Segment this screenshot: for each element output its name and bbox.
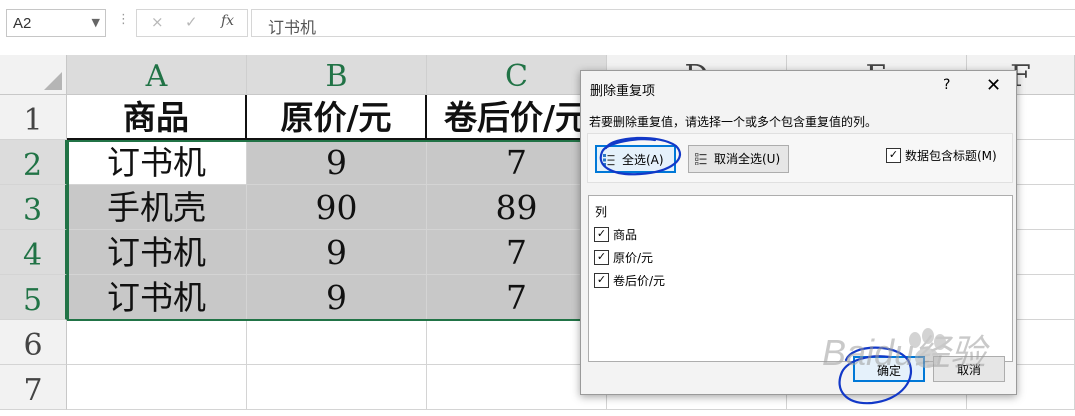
column-checkbox[interactable]: ✓ xyxy=(594,250,609,265)
name-box-value: A2 xyxy=(13,15,32,32)
column-label: 商品 xyxy=(613,228,638,242)
row-header-6[interactable]: 6 xyxy=(0,320,67,365)
checklist-icon xyxy=(603,154,615,166)
formula-content: 订书机 xyxy=(268,18,317,37)
row-header-1[interactable]: 1 xyxy=(0,95,67,140)
table-cell[interactable]: 9 xyxy=(247,230,427,275)
column-label: 卷后价/元 xyxy=(613,274,666,288)
row-header-4[interactable]: 4 xyxy=(0,230,67,275)
header-cell[interactable]: 商品 xyxy=(67,95,247,140)
has-headers-checkbox[interactable]: ✓ xyxy=(886,148,901,163)
name-box[interactable]: A2 ▼ xyxy=(6,9,106,37)
row-header-2[interactable]: 2 xyxy=(0,140,67,185)
select-all-corner[interactable] xyxy=(0,55,67,95)
select-all-label: 全选(A) xyxy=(622,153,664,167)
column-label: 原价/元 xyxy=(613,251,654,265)
formula-input[interactable]: 订书机 xyxy=(251,9,1075,37)
ok-label: 确定 xyxy=(876,364,901,378)
unselect-all-label: 取消全选(U) xyxy=(714,152,781,166)
table-cell[interactable]: 手机壳 xyxy=(67,185,247,230)
dialog-message: 若要删除重复值，请选择一个或多个包含重复值的列。 xyxy=(589,115,878,129)
chevron-down-icon[interactable]: ▼ xyxy=(92,16,100,29)
empty-cell[interactable] xyxy=(67,365,247,410)
ok-button[interactable]: 确定 xyxy=(853,356,925,382)
select-all-triangle-icon xyxy=(44,72,62,90)
table-cell[interactable]: 90 xyxy=(247,185,427,230)
column-checkbox[interactable]: ✓ xyxy=(594,227,609,242)
row-header-5[interactable]: 5 xyxy=(0,275,67,320)
unselect-all-button[interactable]: 取消全选(U) xyxy=(688,145,789,173)
checklist-clear-icon xyxy=(695,153,707,165)
dialog-title: 删除重复项 xyxy=(590,84,656,99)
columns-list: 列 ✓ 商品 ✓ 原价/元 ✓ 卷后价/元 xyxy=(588,195,1013,362)
remove-duplicates-dialog: 删除重复项 ? ✕ 若要删除重复值，请选择一个或多个包含重复值的列。 全选(A)… xyxy=(580,70,1017,395)
check-icon[interactable]: ✓ xyxy=(185,13,198,31)
select-all-button[interactable]: 全选(A) xyxy=(595,145,676,173)
table-cell[interactable]: 9 xyxy=(247,140,427,185)
header-cell[interactable]: 原价/元 xyxy=(247,95,427,140)
column-header-b[interactable]: B xyxy=(247,55,427,95)
cancel-button[interactable]: 取消 xyxy=(933,356,1005,382)
table-cell[interactable]: 订书机 xyxy=(67,230,247,275)
table-cell[interactable]: 订书机 xyxy=(67,275,247,320)
columns-list-title: 列 xyxy=(595,205,608,219)
has-headers-label: 数据包含标题(M) xyxy=(905,149,997,163)
table-cell[interactable]: 9 xyxy=(247,275,427,320)
row-header-7[interactable]: 7 xyxy=(0,365,67,410)
empty-cell[interactable] xyxy=(247,320,427,365)
empty-cell[interactable] xyxy=(67,320,247,365)
empty-cell[interactable] xyxy=(247,365,427,410)
row-header-3[interactable]: 3 xyxy=(0,185,67,230)
close-icon[interactable]: ✕ xyxy=(986,75,1001,96)
cancel-label: 取消 xyxy=(956,363,981,377)
column-header-a[interactable]: A xyxy=(67,55,247,95)
function-icon[interactable]: fx xyxy=(221,13,234,29)
column-checkbox[interactable]: ✓ xyxy=(594,273,609,288)
cancel-icon[interactable]: × xyxy=(151,13,164,31)
more-options-icon: ⋮ xyxy=(117,12,130,27)
active-cell[interactable]: 订书机 xyxy=(67,140,247,185)
help-icon[interactable]: ? xyxy=(943,77,950,93)
formula-actions: × ✓ fx xyxy=(136,9,248,37)
